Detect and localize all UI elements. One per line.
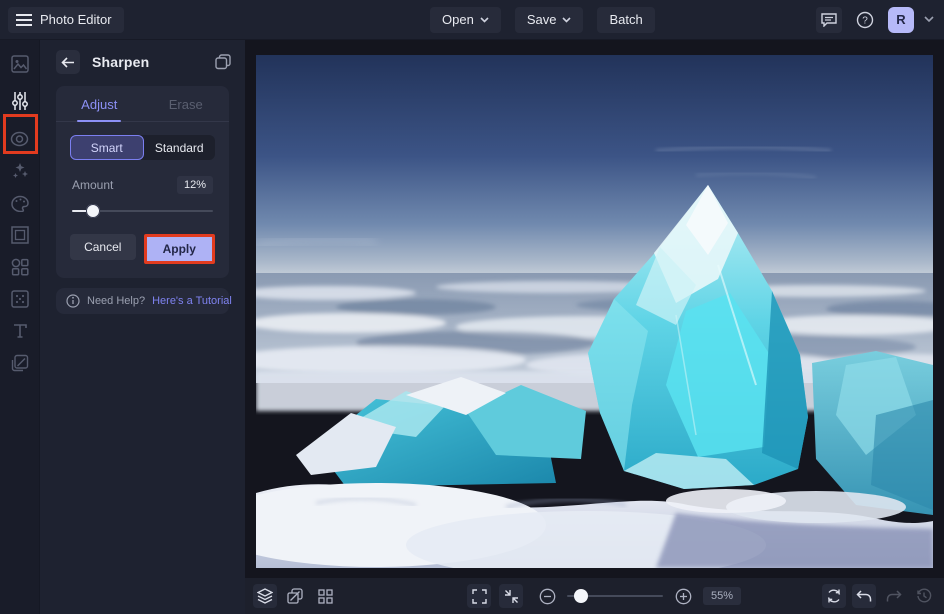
svg-text:?: ? [862, 15, 868, 26]
amount-slider[interactable] [72, 204, 213, 218]
zoom-out-icon[interactable] [535, 584, 559, 608]
history-icon[interactable] [912, 584, 936, 608]
slider-handle[interactable] [86, 204, 100, 218]
image-icon[interactable] [4, 48, 36, 80]
account-chevron-down-icon[interactable] [924, 16, 934, 23]
help-card: Need Help? Here's a Tutorial [56, 288, 229, 314]
panel-header: Sharpen [40, 40, 245, 84]
artsy-palette-icon[interactable] [4, 187, 36, 219]
graphics-icon[interactable] [4, 347, 36, 379]
overlays-shapes-icon[interactable] [4, 251, 36, 283]
layers-icon[interactable] [253, 584, 277, 608]
batch-button[interactable]: Batch [597, 7, 654, 33]
mode-toggle: Smart Standard [70, 135, 215, 160]
sharpen-panel: Sharpen Adjust Erase Smart Standard Amou… [40, 40, 245, 614]
save-button[interactable]: Save [515, 7, 584, 33]
photo-iceberg[interactable] [256, 55, 933, 568]
photo-editor-app: Photo Editor Open Save Batch ? R [0, 0, 944, 614]
tutorial-link[interactable]: Here's a Tutorial [152, 295, 232, 307]
zoom-slider[interactable] [567, 589, 663, 603]
textures-icon[interactable] [4, 283, 36, 315]
topbar-actions: Open Save Batch [430, 7, 655, 33]
frames-icon[interactable] [4, 219, 36, 251]
feedback-chat-icon[interactable] [816, 7, 842, 33]
main-menu-button[interactable]: Photo Editor [8, 7, 124, 33]
topbar: Photo Editor Open Save Batch ? R [0, 0, 944, 40]
topbar-right: ? R [816, 7, 934, 33]
action-buttons: Cancel Apply [70, 234, 215, 264]
user-avatar[interactable]: R [888, 7, 914, 33]
help-icon[interactable]: ? [852, 7, 878, 33]
grid-icon[interactable] [313, 584, 337, 608]
help-text: Need Help? [87, 295, 145, 307]
mode-smart-button[interactable]: Smart [70, 135, 144, 160]
undo-icon[interactable] [852, 584, 876, 608]
chevron-down-icon [562, 17, 571, 23]
history-controls [822, 584, 936, 608]
mode-standard-button[interactable]: Standard [144, 135, 216, 160]
amount-value-field[interactable]: 12% [177, 176, 213, 194]
back-arrow-icon[interactable] [56, 50, 80, 74]
apply-button[interactable]: Apply [147, 237, 213, 261]
fullscreen-icon[interactable] [467, 584, 491, 608]
zoom-in-icon[interactable] [671, 584, 695, 608]
amount-row: Amount 12% [72, 176, 213, 194]
open-button[interactable]: Open [430, 7, 501, 33]
amount-label: Amount [72, 178, 113, 192]
text-tool-icon[interactable] [4, 315, 36, 347]
sharpen-card: Adjust Erase Smart Standard Amount 12% C… [56, 86, 229, 278]
cancel-button[interactable]: Cancel [70, 234, 136, 260]
info-icon [66, 294, 80, 308]
bottombar: 55% [245, 578, 944, 614]
hamburger-icon [16, 14, 32, 26]
tool-sidebar [0, 40, 40, 614]
chevron-down-icon [480, 17, 489, 23]
highlight-box-apply: Apply [144, 234, 216, 264]
redo-icon[interactable] [882, 584, 906, 608]
adjust-sliders-icon[interactable] [4, 85, 36, 117]
image-manager-icon[interactable] [283, 584, 307, 608]
zoom-slider-handle[interactable] [574, 589, 588, 603]
zoom-level-field[interactable]: 55% [703, 587, 741, 605]
effects-sparkles-icon[interactable] [4, 155, 36, 187]
eye-icon[interactable] [4, 123, 36, 155]
panel-title: Sharpen [92, 54, 149, 70]
zoom-controls: 55% [467, 584, 741, 608]
fit-screen-icon[interactable] [499, 584, 523, 608]
copies-icon[interactable] [215, 54, 231, 70]
tab-erase[interactable]: Erase [143, 86, 230, 121]
tab-adjust[interactable]: Adjust [56, 86, 143, 121]
refresh-icon[interactable] [822, 584, 846, 608]
bottombar-left [253, 584, 337, 608]
app-title: Photo Editor [40, 12, 112, 27]
panel-tabs: Adjust Erase [56, 86, 229, 122]
canvas-area [245, 40, 944, 578]
